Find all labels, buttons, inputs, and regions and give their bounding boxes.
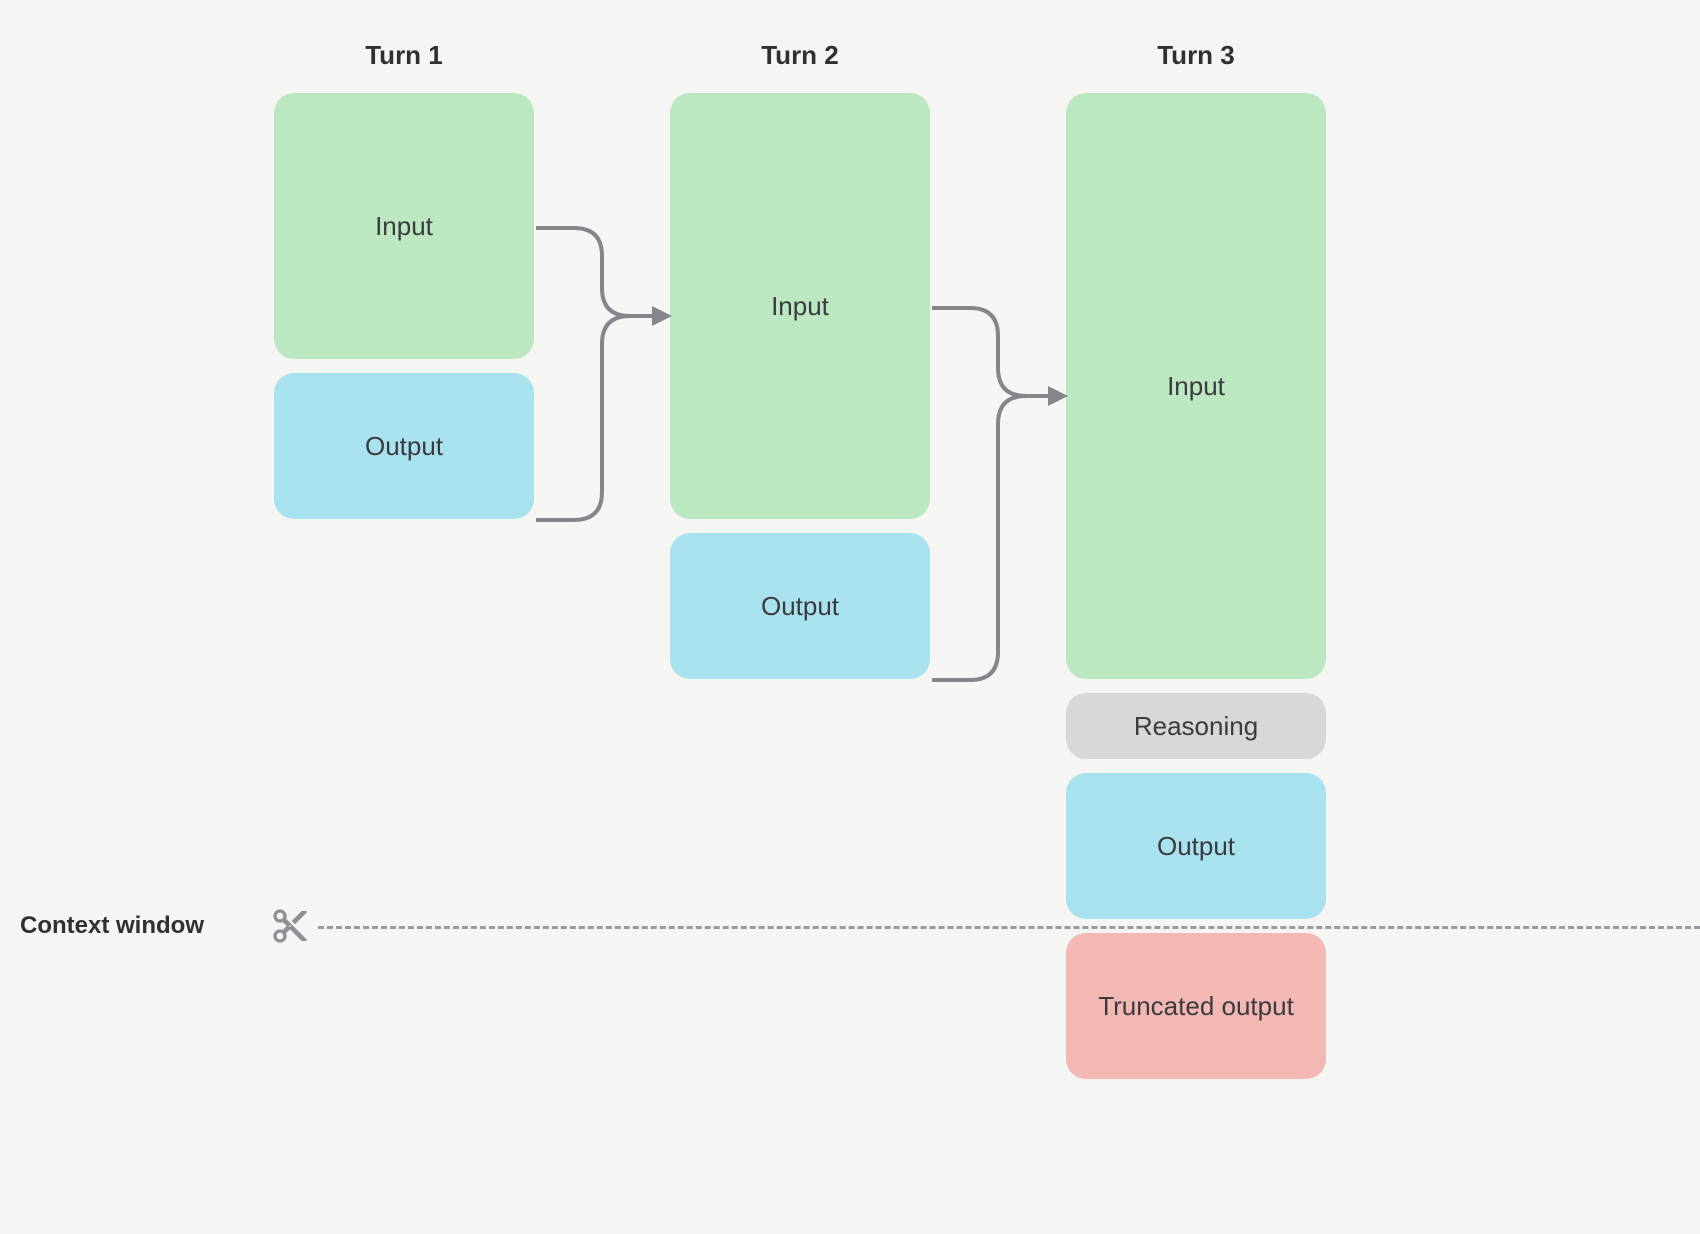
scissors-icon <box>270 906 310 946</box>
diagram-canvas: Turn 1 Turn 2 Turn 3 Input Output Input … <box>0 0 1700 1234</box>
turn3-output-block: Output <box>1066 773 1326 919</box>
arrow-turn2-to-turn3 <box>930 300 1070 690</box>
turn3-input-block: Input <box>1066 93 1326 679</box>
turn1-output-block: Output <box>274 373 534 519</box>
turn1-input-block: Input <box>274 93 534 359</box>
turn2-output-block: Output <box>670 533 930 679</box>
column-header-turn1: Turn 1 <box>365 40 443 71</box>
context-window-cut-line <box>318 926 1700 929</box>
context-window-label: Context window <box>20 912 204 940</box>
column-header-turn2: Turn 2 <box>761 40 839 71</box>
turn3-truncated-block: Truncated output <box>1066 933 1326 1079</box>
column-header-turn3: Turn 3 <box>1157 40 1235 71</box>
turn3-reasoning-block: Reasoning <box>1066 693 1326 759</box>
arrow-turn1-to-turn2 <box>534 220 674 530</box>
turn2-input-block: Input <box>670 93 930 519</box>
